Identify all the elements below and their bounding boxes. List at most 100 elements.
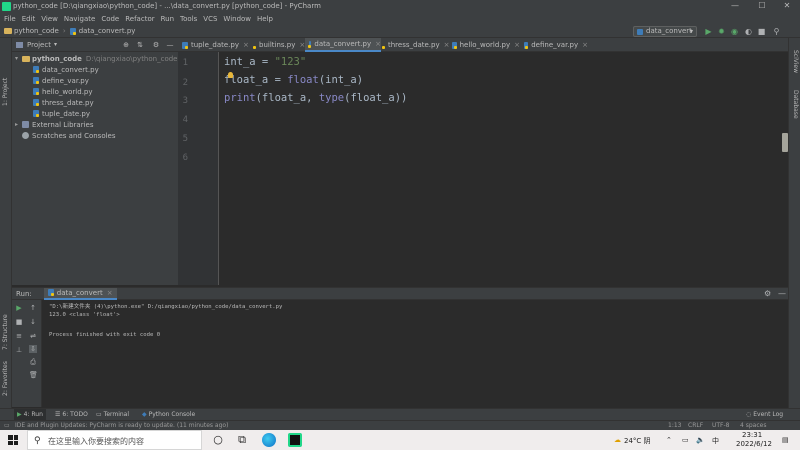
minimize-button[interactable]: — xyxy=(722,0,748,12)
close-button[interactable]: ✕ xyxy=(774,0,800,12)
tree-file-define-var[interactable]: define_var.py xyxy=(33,75,89,86)
tool-tab-run[interactable]: ▶ 4: Run xyxy=(14,409,46,420)
locate-file-icon[interactable]: ⊕ xyxy=(122,41,130,49)
tool-tab-todo[interactable]: ☰ 6: TODO xyxy=(55,409,88,420)
pycharm-logo-icon xyxy=(2,1,11,11)
code-line-1[interactable]: int_a = "123" xyxy=(224,56,306,68)
menu-view[interactable]: View xyxy=(41,15,58,23)
tab-data-convert[interactable]: data_convert.py × xyxy=(305,38,381,52)
taskbar-search-input[interactable]: ⚲ 在这里输入你要搜索的内容 xyxy=(27,430,202,450)
clock-date[interactable]: 2022/6/12 xyxy=(736,440,772,448)
collapse-all-icon[interactable]: ⇅ xyxy=(136,41,144,49)
tray-chevron-icon[interactable]: ⌃ xyxy=(666,436,672,444)
menu-refactor[interactable]: Refactor xyxy=(125,15,154,23)
down-arrow-icon[interactable]: ↓ xyxy=(29,318,37,326)
structure-tool-button[interactable]: 7: Structure xyxy=(2,314,9,350)
stop-icon[interactable]: ■ xyxy=(757,27,766,36)
debug-icon[interactable]: ✹ xyxy=(717,27,726,36)
tool-tab-event-log[interactable]: ◌ Event Log xyxy=(746,409,783,420)
weather-text[interactable]: 24°C 阴 xyxy=(624,436,651,446)
caret-position[interactable]: 1:13 xyxy=(668,422,681,429)
trash-icon[interactable]: 🗑 xyxy=(29,371,38,379)
pycharm-taskbar-icon[interactable] xyxy=(288,433,302,447)
status-message-icon[interactable]: ▭ xyxy=(4,422,10,429)
ime-icon[interactable]: 中 xyxy=(712,436,719,446)
tab-tuple-date[interactable]: tuple_date.py × xyxy=(178,38,252,52)
line-separator[interactable]: CRLF xyxy=(688,422,703,429)
breadcrumb-file[interactable]: data_convert.py xyxy=(69,27,135,35)
print-icon[interactable]: ⎙ xyxy=(29,358,37,366)
menu-help[interactable]: Help xyxy=(257,15,273,23)
coverage-icon[interactable]: ◉ xyxy=(730,27,739,36)
tree-external-libraries[interactable]: ▸ External Libraries xyxy=(15,119,94,130)
close-tab-icon[interactable]: × xyxy=(243,41,249,49)
windows-start-icon[interactable] xyxy=(8,435,18,445)
file-encoding[interactable]: UTF-8 xyxy=(712,422,730,429)
edge-browser-icon[interactable] xyxy=(262,433,276,447)
gear-icon[interactable]: ⚙ xyxy=(764,289,771,298)
builtin-function: type xyxy=(318,92,345,104)
python-file-icon xyxy=(33,77,39,84)
tree-scratches[interactable]: Scratches and Consoles xyxy=(22,130,116,141)
tab-thress-date[interactable]: thress_date.py × xyxy=(381,38,449,52)
tree-file-tuple-date[interactable]: tuple_date.py xyxy=(33,108,90,119)
chevron-down-icon[interactable]: ▾ xyxy=(54,41,57,48)
soft-wrap-icon[interactable]: ⇌ xyxy=(29,332,37,340)
menu-navigate[interactable]: Navigate xyxy=(64,15,95,23)
search-everywhere-icon[interactable]: ⚲ xyxy=(772,27,781,36)
run-console-output[interactable]: "D:\新建文件夹 (4)\python.exe" D:/qiangxiao/p… xyxy=(42,300,788,407)
stop-icon[interactable]: ■ xyxy=(15,318,23,326)
profile-icon[interactable]: ◐ xyxy=(744,27,753,36)
menu-run[interactable]: Run xyxy=(161,15,174,23)
menu-tools[interactable]: Tools xyxy=(180,15,197,23)
breadcrumb-project[interactable]: python_code xyxy=(4,27,59,35)
run-tab-data-convert[interactable]: data_convert × xyxy=(43,287,117,300)
intention-bulb-icon[interactable] xyxy=(228,72,233,78)
project-panel-title[interactable]: Project xyxy=(27,41,51,49)
menu-file[interactable]: File xyxy=(4,15,16,23)
sciview-tool-button[interactable]: SciView xyxy=(792,50,799,73)
menu-vcs[interactable]: VCS xyxy=(203,15,217,23)
hide-icon[interactable]: — xyxy=(166,41,174,49)
status-message[interactable]: IDE and Plugin Updates: PyCharm is ready… xyxy=(15,422,228,429)
pin-icon[interactable]: ⊥ xyxy=(15,346,23,354)
volume-icon[interactable]: 🔈 xyxy=(696,436,705,444)
cortana-icon[interactable]: ○ xyxy=(211,433,225,447)
favorites-tool-button[interactable]: 2: Favorites xyxy=(2,361,9,396)
tool-tab-terminal[interactable]: ▭ Terminal xyxy=(96,409,129,420)
menu-window[interactable]: Window xyxy=(223,15,251,23)
tree-root-python-code[interactable]: ▾ python_code D:\qiangxiao\python_code xyxy=(15,53,177,64)
code-line-2[interactable]: float_a = float(int_a) xyxy=(224,74,363,86)
rerun-icon[interactable]: ▶ xyxy=(15,304,23,312)
database-tool-button[interactable]: Database xyxy=(792,90,799,119)
tree-file-data-convert[interactable]: data_convert.py xyxy=(33,64,99,75)
python-console-icon: ◆ xyxy=(142,411,147,418)
code-line-3[interactable]: print(float_a, type(float_a)) xyxy=(224,92,407,104)
gear-icon[interactable]: ⚙ xyxy=(152,41,160,49)
code-editor[interactable]: int_a = "123" float_a = float(int_a) pri… xyxy=(219,52,788,285)
run-config-dropdown[interactable]: data_convert ▾ xyxy=(633,26,697,37)
close-tab-icon[interactable]: × xyxy=(582,41,588,49)
notification-icon[interactable]: ▤ xyxy=(782,436,789,444)
maximize-button[interactable]: ☐ xyxy=(749,0,775,12)
indent-setting[interactable]: 4 spaces xyxy=(740,422,766,429)
close-tab-icon[interactable]: × xyxy=(107,289,113,297)
menu-edit[interactable]: Edit xyxy=(22,15,36,23)
network-icon[interactable]: ▭ xyxy=(682,436,689,444)
hide-icon[interactable]: — xyxy=(778,289,786,298)
task-view-icon[interactable]: ⧉ xyxy=(235,433,249,447)
editor-scrollbar-marker[interactable] xyxy=(782,133,788,152)
restore-layout-icon[interactable]: ≡ xyxy=(15,332,23,340)
run-icon[interactable]: ▶ xyxy=(704,27,713,36)
clock-time[interactable]: 23:31 xyxy=(742,431,762,439)
tab-define-var[interactable]: define_var.py × xyxy=(520,38,588,52)
up-arrow-icon[interactable]: ↑ xyxy=(29,304,37,312)
tool-tab-python-console[interactable]: ◆ Python Console xyxy=(142,409,195,420)
project-tool-button[interactable]: 1: Project xyxy=(2,78,9,106)
scroll-to-end-icon[interactable]: ⇩ xyxy=(29,345,37,353)
tab-builtins[interactable]: builtins.py × xyxy=(252,38,305,52)
menu-code[interactable]: Code xyxy=(101,15,119,23)
tree-file-hello-world[interactable]: hello_world.py xyxy=(33,86,93,97)
tab-hello-world[interactable]: hello_world.py × xyxy=(448,38,520,52)
tree-file-thress-date[interactable]: thress_date.py xyxy=(33,97,94,108)
